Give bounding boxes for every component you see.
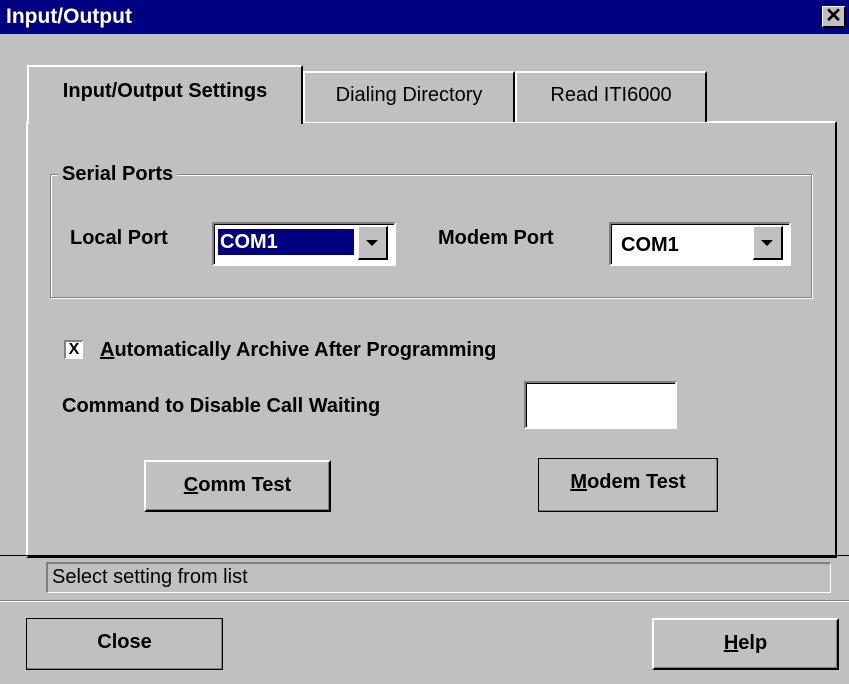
chevron-down-icon <box>761 240 773 246</box>
modem-test-label: odem Test <box>587 471 686 493</box>
help-accel: H <box>723 632 739 654</box>
call-waiting-input[interactable] <box>524 381 677 429</box>
status-bar: Select setting from list <box>46 562 831 593</box>
modem-port-label: Modem Port <box>438 227 554 249</box>
close-button[interactable]: Close <box>26 618 223 670</box>
help-button[interactable]: Help <box>652 618 839 670</box>
comm-test-accel: C <box>183 474 199 496</box>
archive-label-text: utomatically Archive After Programming <box>114 339 497 361</box>
modem-port-combo[interactable]: COM1 <box>609 222 791 266</box>
archive-accel: A <box>100 339 115 361</box>
tab-input-output-settings[interactable]: Input/Output Settings <box>27 65 303 124</box>
checkbox-icon: X <box>68 341 80 358</box>
archive-label[interactable]: Automatically Archive After Programming <box>100 337 496 363</box>
modem-test-button[interactable]: Modem Test <box>538 458 718 512</box>
window-title: Input/Output <box>6 5 132 28</box>
local-port-combo[interactable]: COM1 <box>212 222 396 266</box>
local-port-label: Local Port <box>70 227 168 249</box>
comm-test-button[interactable]: Comm Test <box>144 460 331 512</box>
status-separator <box>0 555 849 556</box>
archive-checkbox[interactable]: X <box>64 340 83 359</box>
help-label: elp <box>738 632 768 654</box>
chevron-down-icon <box>366 240 378 246</box>
modem-port-value: COM1 <box>621 234 679 256</box>
close-icon[interactable]: ✕ <box>822 6 846 28</box>
tab-read-iti6000[interactable]: Read ITI6000 <box>515 71 707 122</box>
modem-test-accel: M <box>570 471 588 493</box>
call-waiting-label: Command to Disable Call Waiting <box>62 395 381 417</box>
local-port-dropdown-button[interactable] <box>358 226 388 260</box>
local-port-value: COM1 <box>217 228 355 256</box>
comm-test-label: omm Test <box>198 474 292 496</box>
tab-dialing-directory[interactable]: Dialing Directory <box>303 71 515 122</box>
footer-separator <box>0 600 849 602</box>
serial-ports-group-label: Serial Ports <box>58 160 178 188</box>
modem-port-dropdown-button[interactable] <box>753 226 783 260</box>
